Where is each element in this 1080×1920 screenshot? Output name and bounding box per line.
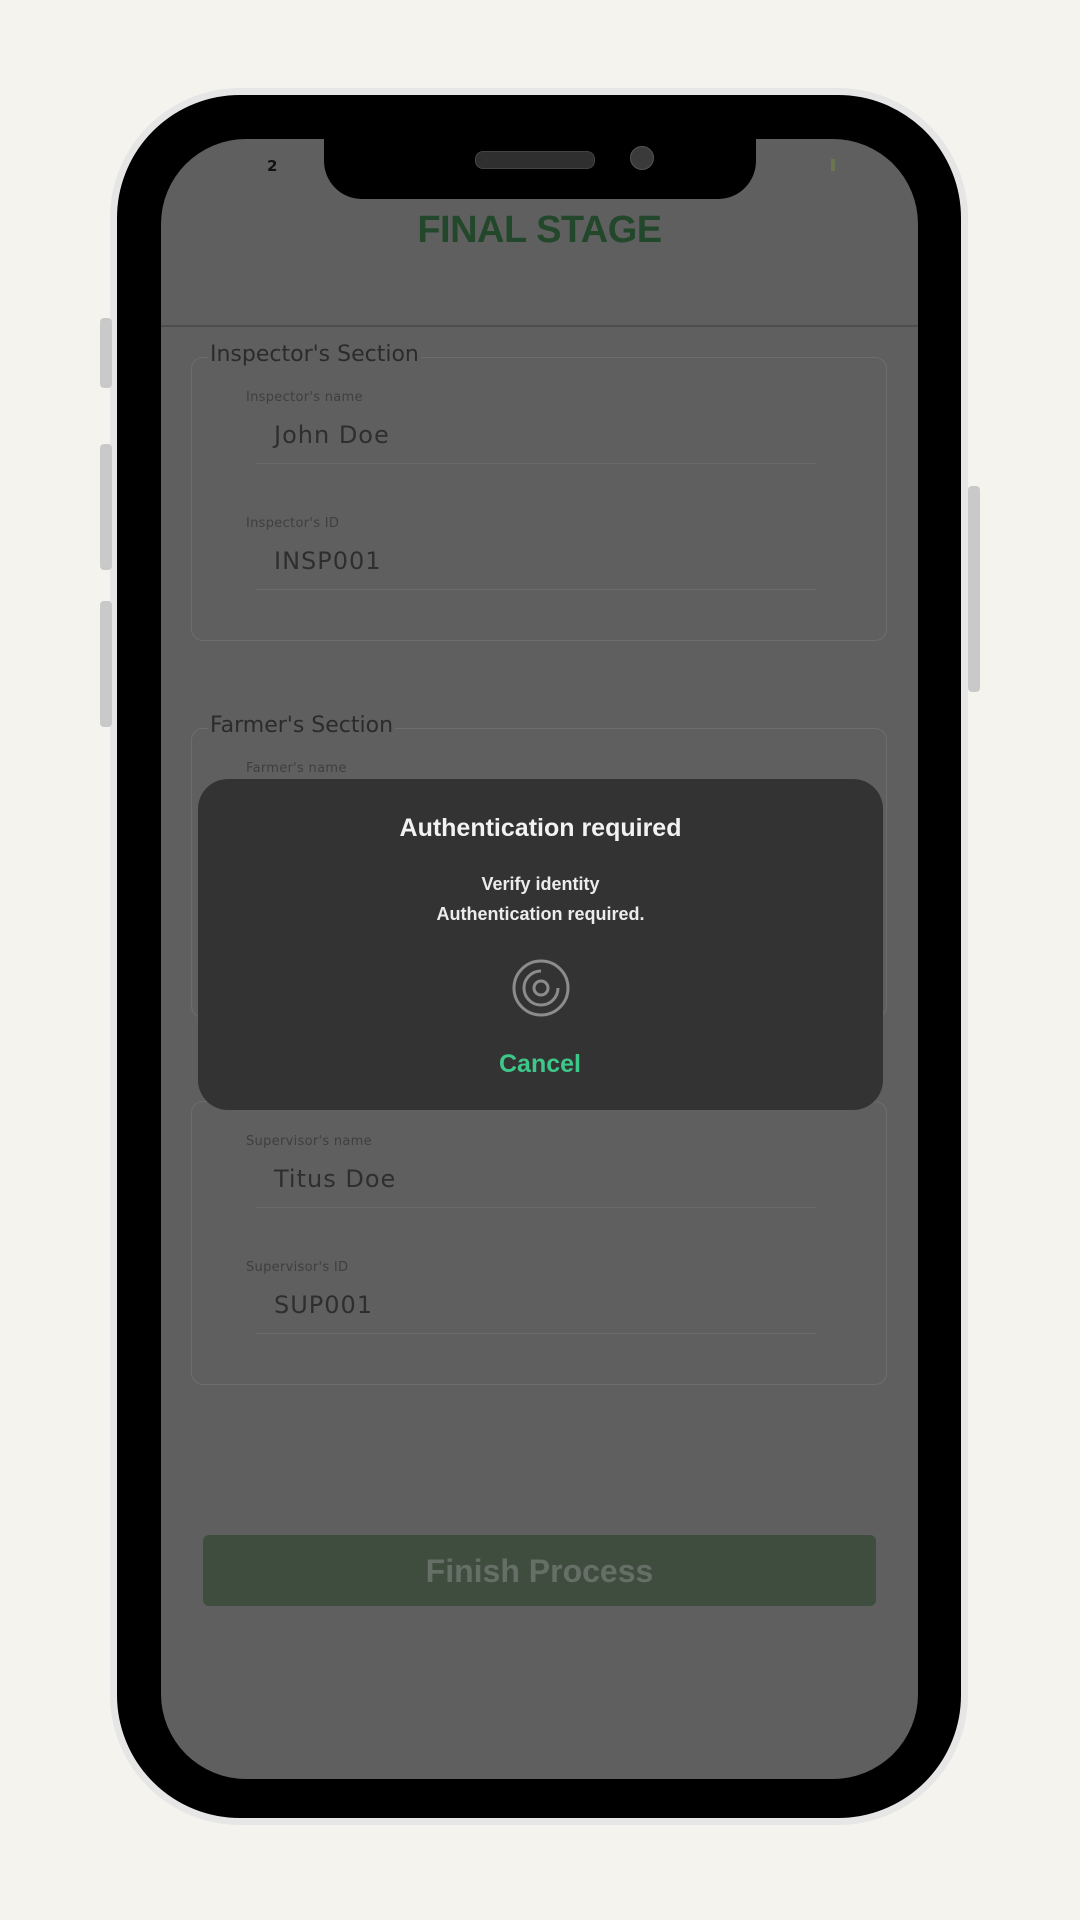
section-legend: Farmer's Section (208, 713, 396, 738)
field-underline (256, 463, 816, 464)
fingerprint-icon[interactable] (512, 959, 570, 1017)
inspector-name-field[interactable]: Inspector's name John Doe (246, 390, 836, 464)
field-value: SUP001 (274, 1291, 374, 1319)
status-time: 2 (267, 157, 278, 175)
mute-switch (100, 318, 112, 388)
supervisor-name-field[interactable]: Supervisor's name Titus Doe (246, 1134, 836, 1208)
inspector-id-field[interactable]: Inspector's ID INSP001 (246, 516, 836, 590)
field-underline (256, 1333, 816, 1334)
section-legend: Inspector's Section (208, 342, 421, 367)
dialog-description: Authentication required. (436, 904, 645, 924)
field-value: Titus Doe (274, 1165, 397, 1193)
field-underline (256, 1207, 816, 1208)
field-label: Supervisor's name (246, 1134, 372, 1149)
speaker-grille (475, 151, 595, 169)
field-underline (256, 589, 816, 590)
authentication-dialog: Authentication required Verify identity … (198, 779, 883, 1110)
farmer-name-field[interactable]: Farmer's name (246, 761, 836, 776)
finish-process-button[interactable]: Finish Process (203, 1535, 876, 1606)
supervisor-section: Supervisor's name Titus Doe Supervisor's… (191, 1101, 887, 1385)
notch (324, 139, 756, 199)
volume-down-button (100, 601, 112, 727)
field-value: INSP001 (274, 547, 382, 575)
inspector-section: Inspector's Section Inspector's name Joh… (191, 342, 887, 641)
volume-up-button (100, 444, 112, 570)
page-title: FINAL STAGE (417, 209, 662, 251)
dialog-subtitle: Verify identity (481, 874, 600, 894)
field-label: Inspector's ID (246, 516, 340, 531)
field-label: Farmer's name (246, 761, 347, 776)
status-indicator (831, 159, 835, 171)
power-button (968, 486, 980, 692)
front-camera (630, 146, 654, 170)
dialog-title: Authentication required (399, 814, 682, 842)
cancel-button[interactable]: Cancel (470, 1044, 610, 1084)
field-label: Inspector's name (246, 390, 363, 405)
field-value: John Doe (274, 421, 390, 449)
app-screen: 2 FINAL STAGE Inspector's Section Inspec… (161, 139, 918, 1779)
supervisor-id-field[interactable]: Supervisor's ID SUP001 (246, 1260, 836, 1334)
field-label: Supervisor's ID (246, 1260, 349, 1275)
